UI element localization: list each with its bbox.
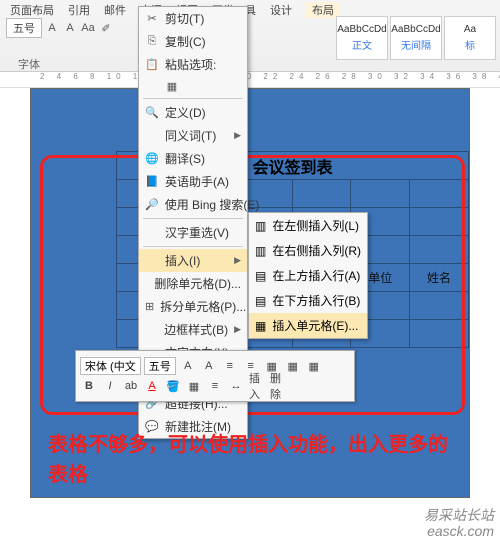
watermark: 易采站长站easck.com bbox=[424, 508, 494, 539]
shrink-font-icon[interactable]: A bbox=[200, 357, 218, 375]
paste-icon: 📋 bbox=[145, 58, 159, 72]
font-group-label: 字体 bbox=[18, 56, 40, 72]
menu-copy[interactable]: ⎘复制(C) bbox=[139, 30, 247, 53]
grow-font-icon[interactable]: A bbox=[179, 357, 197, 375]
menu-hanzi[interactable]: 汉字重选(V) bbox=[139, 221, 247, 244]
style-nospace[interactable]: AaBbCcDd无间隔 bbox=[390, 16, 442, 60]
tab-active[interactable]: 布局 bbox=[306, 2, 340, 18]
bullets-icon[interactable]: ≡ bbox=[221, 357, 239, 375]
style-normal[interactable]: AaBbCcDd正文 bbox=[336, 16, 388, 60]
chevron-right-icon: ▶ bbox=[234, 255, 241, 266]
menu-bing[interactable]: 🔎使用 Bing 搜索(E) bbox=[139, 193, 247, 216]
mini-size[interactable]: 五号 bbox=[144, 357, 176, 375]
menu-english[interactable]: 📘英语助手(A) bbox=[139, 170, 247, 193]
menu-define[interactable]: 🔍定义(D) bbox=[139, 101, 247, 124]
book-icon: 📘 bbox=[145, 175, 159, 189]
submenu-insert-right[interactable]: ▥在右侧插入列(R) bbox=[249, 238, 367, 263]
chevron-right-icon: ▶ bbox=[234, 324, 241, 335]
insert-row-below-icon: ▤ bbox=[255, 294, 266, 308]
paste-keep-icon[interactable]: ▦ bbox=[165, 79, 179, 93]
insert-cell-icon: ▦ bbox=[255, 319, 266, 333]
submenu-insert-above[interactable]: ▤在上方插入行(A) bbox=[249, 263, 367, 288]
cut-icon: ✂ bbox=[145, 12, 159, 26]
menu-insert[interactable]: 插入(I)▶ bbox=[139, 249, 247, 272]
align-icon[interactable]: ≡ bbox=[206, 377, 224, 395]
clear-format-icon[interactable]: ✐ bbox=[98, 20, 114, 36]
menu-split-cell[interactable]: ⊞拆分单元格(P)... bbox=[139, 295, 247, 318]
style-heading[interactable]: Aa标 bbox=[444, 16, 496, 60]
annotation-text: 表格不够多，可以使用插入功能，出入更多的表格 bbox=[48, 430, 448, 490]
mini-delete[interactable]: 删除 bbox=[269, 377, 287, 395]
insert-row-above-icon: ▤ bbox=[255, 269, 266, 283]
search-icon: 🔎 bbox=[145, 198, 159, 212]
font-color-icon[interactable]: A bbox=[143, 377, 161, 395]
insert-submenu: ▥在左侧插入列(L) ▥在右侧插入列(R) ▤在上方插入行(A) ▤在下方插入行… bbox=[248, 212, 368, 339]
menu-delete-cell[interactable]: 删除单元格(D)... bbox=[139, 272, 247, 295]
table-style-icon[interactable]: ▦ bbox=[284, 357, 302, 375]
insert-col-right-icon: ▥ bbox=[255, 244, 266, 258]
highlight-icon[interactable]: ab bbox=[122, 377, 140, 395]
split-icon: ⊞ bbox=[145, 300, 154, 314]
copy-icon: ⎘ bbox=[145, 35, 159, 49]
border-icon[interactable]: ▦ bbox=[185, 377, 203, 395]
tab[interactable]: 设计 bbox=[270, 2, 292, 18]
submenu-insert-left[interactable]: ▥在左侧插入列(L) bbox=[249, 213, 367, 238]
grow-font-icon[interactable]: A bbox=[44, 20, 60, 36]
tab[interactable]: 页面布局 bbox=[10, 2, 54, 18]
menu-translate[interactable]: 🌐翻译(S) bbox=[139, 147, 247, 170]
paste-option-icons[interactable]: ▦ bbox=[139, 76, 247, 96]
submenu-insert-below[interactable]: ▤在下方插入行(B) bbox=[249, 288, 367, 313]
insert-col-left-icon: ▥ bbox=[255, 219, 266, 233]
ribbon: 页面布局 引用 邮件 审阅 视图 开发工具 设计 布局 五号 A A Aa ✐ … bbox=[0, 0, 500, 72]
submenu-insert-cell[interactable]: ▦插入单元格(E)... bbox=[249, 313, 367, 338]
table-style-icon[interactable]: ▦ bbox=[305, 357, 323, 375]
shrink-font-icon[interactable]: A bbox=[62, 20, 78, 36]
tab[interactable]: 邮件 bbox=[104, 2, 126, 18]
mini-toolbar: 宋体 (中文 五号 AA ≡≡ ▦▦▦ BI abA 🪣▦ ≡↔ 插入 删除 bbox=[75, 350, 355, 402]
fill-icon[interactable]: 🪣 bbox=[164, 377, 182, 395]
bold-icon[interactable]: B bbox=[80, 377, 98, 395]
chevron-right-icon: ▶ bbox=[234, 130, 241, 141]
menu-border[interactable]: 边框样式(B)▶ bbox=[139, 318, 247, 341]
translate-icon: 🌐 bbox=[145, 152, 159, 166]
ruler: 2 4 6 8 10 12 14 16 18 20 22 24 26 28 30… bbox=[0, 72, 500, 88]
menu-synonym[interactable]: 同义词(T)▶ bbox=[139, 124, 247, 147]
define-icon: 🔍 bbox=[145, 106, 159, 120]
fontsize-select[interactable]: 五号 bbox=[6, 18, 42, 38]
mini-font[interactable]: 宋体 (中文 bbox=[80, 357, 141, 375]
autofit-icon[interactable]: ↔ bbox=[227, 377, 245, 395]
italic-icon[interactable]: I bbox=[101, 377, 119, 395]
menu-paste-options[interactable]: 📋粘贴选项: bbox=[139, 53, 247, 76]
mini-insert[interactable]: 插入 bbox=[248, 377, 266, 395]
styles-gallery[interactable]: AaBbCcDd正文 AaBbCcDd无间隔 Aa标 bbox=[336, 16, 496, 60]
tab[interactable]: 引用 bbox=[68, 2, 90, 18]
menu-cut[interactable]: ✂剪切(T) bbox=[139, 7, 247, 30]
change-case-icon[interactable]: Aa bbox=[80, 20, 96, 36]
